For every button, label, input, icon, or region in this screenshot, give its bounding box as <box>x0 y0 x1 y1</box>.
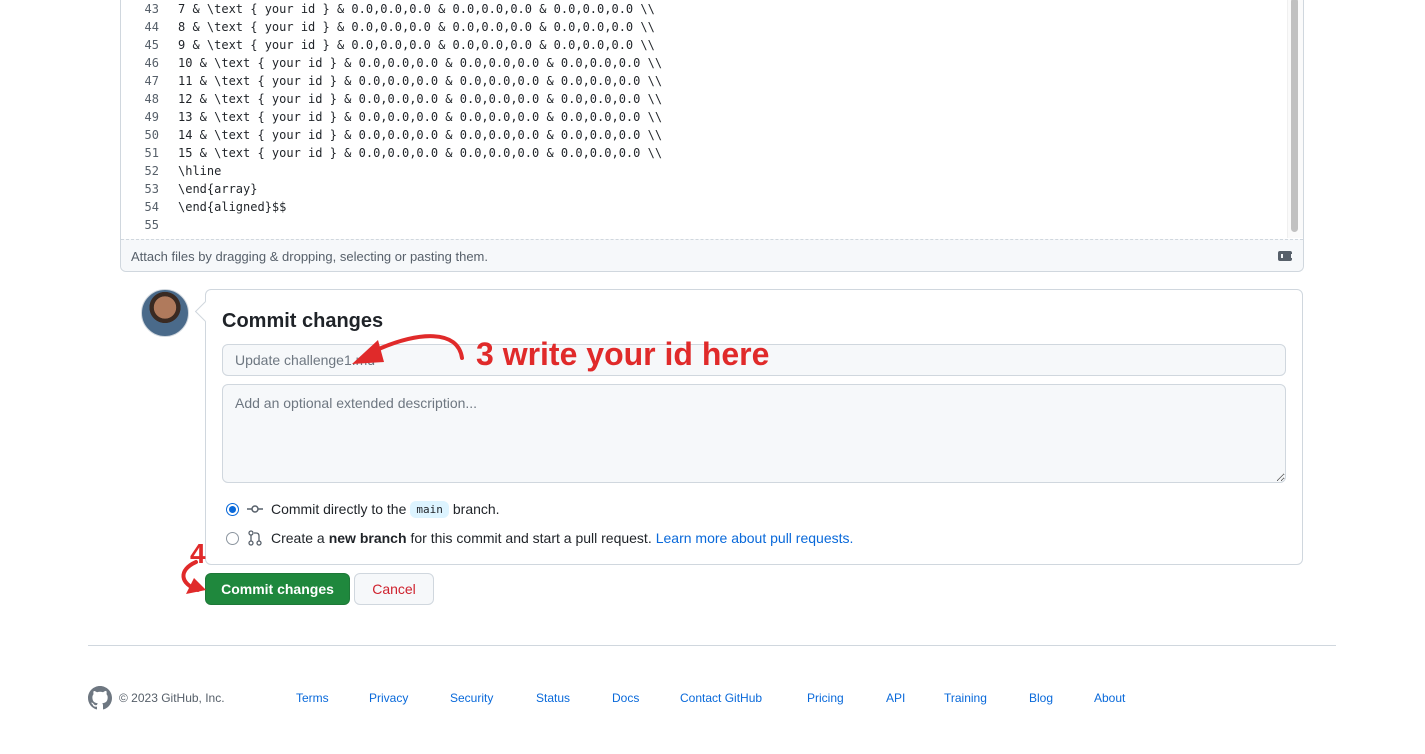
cancel-button[interactable]: Cancel <box>354 573 434 605</box>
line-text[interactable]: 11 & \text { your id } & 0.0,0.0,0.0 & 0… <box>178 72 662 90</box>
line-text[interactable]: 13 & \text { your id } & 0.0,0.0,0.0 & 0… <box>178 108 662 126</box>
file-editor[interactable]: 43 7 & \text { your id } & 0.0,0.0,0.0 & … <box>120 0 1304 272</box>
git-pull-request-icon <box>248 530 262 546</box>
new-branch-bold: new branch <box>328 530 407 546</box>
attach-files-text: Attach files by dragging & dropping, sel… <box>131 249 488 264</box>
code-line[interactable]: 48 12 & \text { your id } & 0.0,0.0,0.0 &… <box>121 90 1285 108</box>
line-text[interactable]: 10 & \text { your id } & 0.0,0.0,0.0 & 0… <box>178 54 662 72</box>
code-line[interactable]: 46 10 & \text { your id } & 0.0,0.0,0.0 &… <box>121 54 1285 72</box>
line-text[interactable]: 8 & \text { your id } & 0.0,0.0,0.0 & 0.… <box>178 18 655 36</box>
line-number: 55 <box>144 218 159 232</box>
code-line[interactable]: 52 \hline <box>121 162 1285 180</box>
new-branch-option[interactable]: Create a new branch for this commit and … <box>226 528 853 548</box>
line-text[interactable]: \hline <box>178 162 221 180</box>
line-text[interactable]: 12 & \text { your id } & 0.0,0.0,0.0 & 0… <box>178 90 662 108</box>
footer-link-status[interactable]: Status <box>536 691 570 705</box>
code-line[interactable]: 50 14 & \text { your id } & 0.0,0.0,0.0 &… <box>121 126 1285 144</box>
line-number: 46 <box>144 56 159 70</box>
code-line[interactable]: 43 7 & \text { your id } & 0.0,0.0,0.0 & … <box>121 0 1285 18</box>
new-branch-suffix: for this commit and start a pull request… <box>410 530 652 546</box>
code-line[interactable]: 47 11 & \text { your id } & 0.0,0.0,0.0 &… <box>121 72 1285 90</box>
commit-changes-button[interactable]: Commit changes <box>205 573 350 605</box>
line-number: 54 <box>144 200 159 214</box>
learn-more-pull-requests-link[interactable]: Learn more about pull requests. <box>656 530 854 546</box>
new-branch-radio[interactable] <box>226 531 239 545</box>
line-text[interactable]: 14 & \text { your id } & 0.0,0.0,0.0 & 0… <box>178 126 662 144</box>
code-line[interactable]: 54 \end{aligned}$$ <box>121 198 1285 216</box>
git-commit-icon <box>247 505 263 513</box>
editor-scrollbar[interactable] <box>1287 0 1303 238</box>
annotation-step-4: 4 <box>190 538 206 569</box>
footer-link-about[interactable]: About <box>1094 691 1125 705</box>
footer-copyright: © 2023 GitHub, Inc. <box>119 691 225 705</box>
line-number: 43 <box>144 2 159 16</box>
line-number: 50 <box>144 128 159 142</box>
line-number: 45 <box>144 38 159 52</box>
line-number: 44 <box>144 20 159 34</box>
code-line[interactable]: 45 9 & \text { your id } & 0.0,0.0,0.0 & … <box>121 36 1285 54</box>
line-text[interactable]: 15 & \text { your id } & 0.0,0.0,0.0 & 0… <box>178 144 662 162</box>
attach-files-bar[interactable]: Attach files by dragging & dropping, sel… <box>121 239 1303 271</box>
footer-link-blog[interactable]: Blog <box>1029 691 1053 705</box>
line-number: 49 <box>144 110 159 124</box>
new-branch-prefix: Create a <box>271 530 325 546</box>
annotation-step-3: 3 write your id here <box>476 336 770 372</box>
footer-link-api[interactable]: API <box>886 691 905 705</box>
footer-link-contact[interactable]: Contact GitHub <box>680 691 762 705</box>
footer-link-training[interactable]: Training <box>944 691 987 705</box>
line-text[interactable]: \end{array} <box>178 180 257 198</box>
line-text[interactable]: 9 & \text { your id } & 0.0,0.0,0.0 & 0.… <box>178 36 655 54</box>
line-text[interactable]: 7 & \text { your id } & 0.0,0.0,0.0 & 0.… <box>178 0 655 18</box>
annotation-arrowhead-4 <box>186 578 206 594</box>
editor-scrollbar-thumb[interactable] <box>1291 0 1298 232</box>
commit-direct-radio[interactable] <box>226 502 239 516</box>
code-line[interactable]: 55 <box>121 216 1285 234</box>
code-area[interactable]: 43 7 & \text { your id } & 0.0,0.0,0.0 & … <box>121 0 1285 238</box>
footer-link-docs[interactable]: Docs <box>612 691 639 705</box>
line-number: 48 <box>144 92 159 106</box>
github-logo-icon[interactable] <box>88 686 112 710</box>
footer-link-privacy[interactable]: Privacy <box>369 691 408 705</box>
commit-direct-suffix: branch. <box>452 501 500 517</box>
branch-name-tag: main <box>410 500 449 518</box>
code-line[interactable]: 44 8 & \text { your id } & 0.0,0.0,0.0 & … <box>121 18 1285 36</box>
line-number: 52 <box>144 164 159 178</box>
footer-link-security[interactable]: Security <box>450 691 493 705</box>
line-number: 51 <box>144 146 159 160</box>
commit-description-input[interactable] <box>222 384 1286 483</box>
line-text[interactable]: \end{aligned}$$ <box>178 198 286 216</box>
code-line[interactable]: 53 \end{array} <box>121 180 1285 198</box>
line-number: 53 <box>144 182 159 196</box>
markdown-icon <box>1278 251 1293 261</box>
commit-direct-option[interactable]: Commit directly to the main branch. <box>226 499 500 519</box>
line-number: 47 <box>144 74 159 88</box>
code-line[interactable]: 49 13 & \text { your id } & 0.0,0.0,0.0 &… <box>121 108 1285 126</box>
code-line[interactable]: 51 15 & \text { your id } & 0.0,0.0,0.0 &… <box>121 144 1285 162</box>
commit-form: Commit changes Commit directly to the ma… <box>205 289 1303 565</box>
footer-link-pricing[interactable]: Pricing <box>807 691 844 705</box>
footer-link-terms[interactable]: Terms <box>296 691 329 705</box>
avatar <box>141 289 189 337</box>
footer-divider <box>88 645 1336 646</box>
commit-title: Commit changes <box>222 310 384 332</box>
commit-direct-prefix: Commit directly to the <box>271 501 407 517</box>
